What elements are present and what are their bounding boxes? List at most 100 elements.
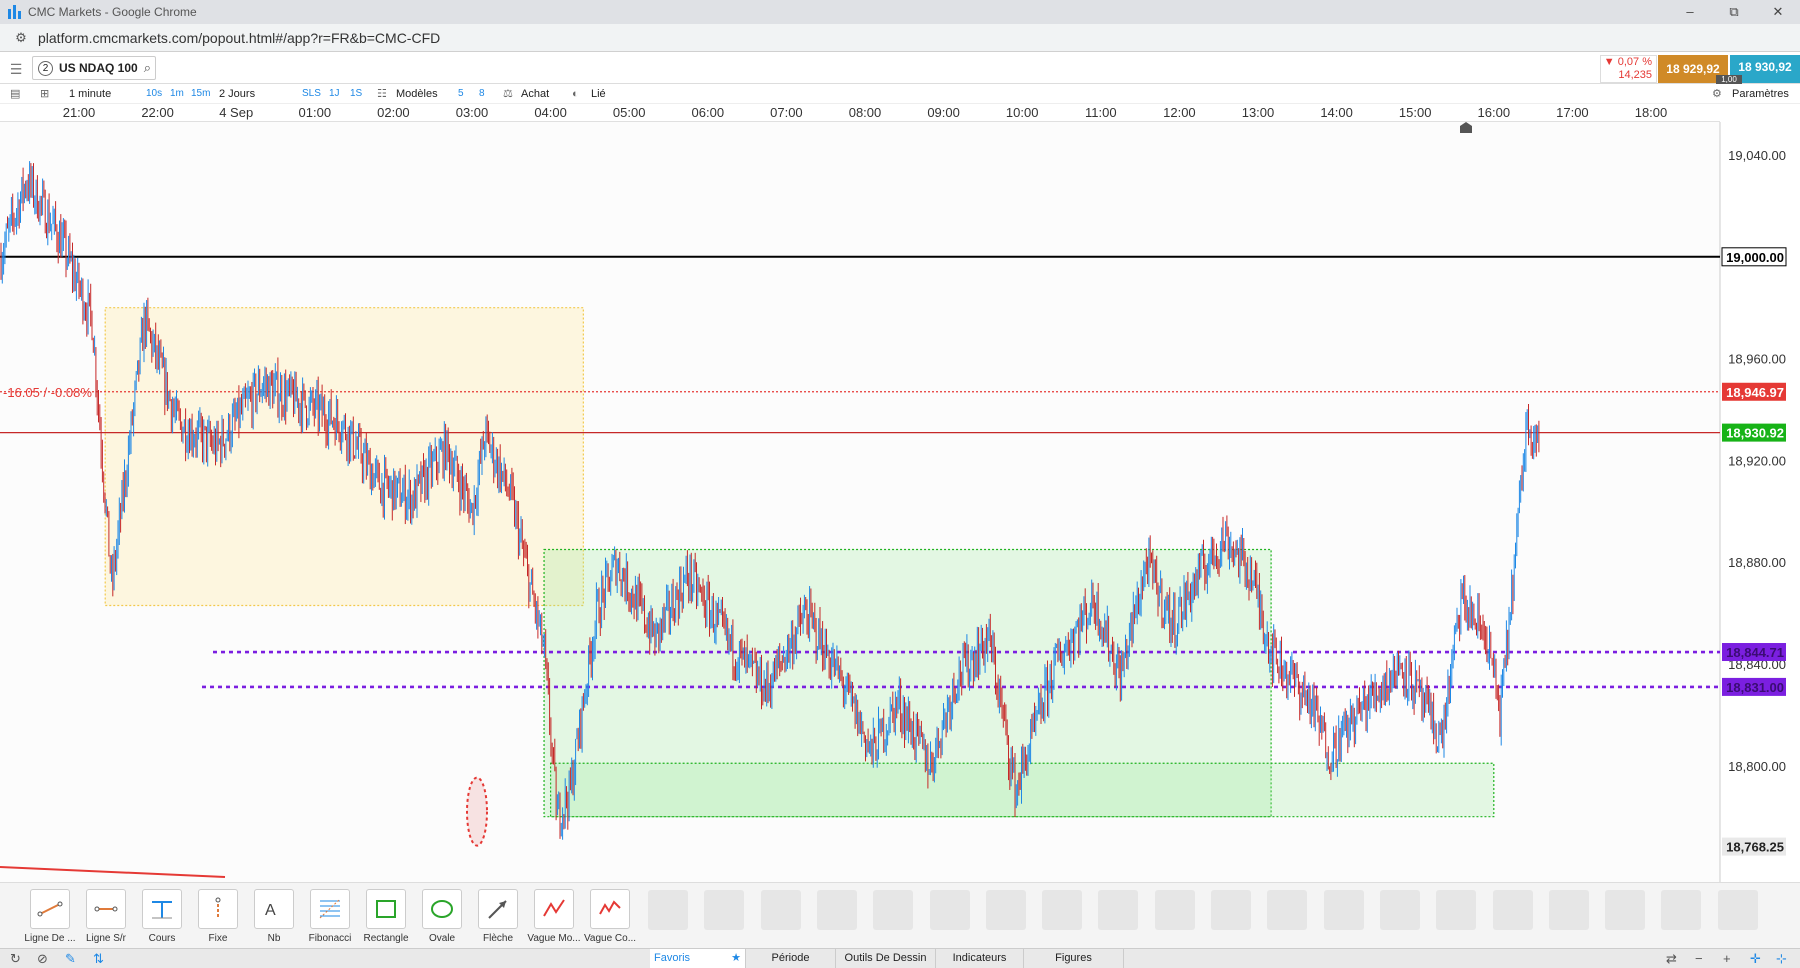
empty-tool-slot[interactable]	[1098, 890, 1139, 930]
empty-tool-slot[interactable]	[1211, 890, 1251, 930]
drawing-tools-bar: Ligne De ... Ligne S/r Cours Fixe A Nb Fibonac…	[0, 882, 1800, 948]
refresh-icon[interactable]: ↻	[10, 951, 21, 967]
zone-rectangle-green[interactable]	[549, 762, 1495, 818]
tool-sr-line[interactable]: Ligne S/r	[78, 889, 134, 944]
empty-tool-slot[interactable]	[1661, 890, 1702, 930]
tool-label: Flèche	[482, 933, 513, 944]
list-icon[interactable]: ▤	[10, 86, 20, 102]
range-sls[interactable]: SLS	[302, 86, 321, 102]
change-points: 14,235	[1618, 69, 1652, 81]
time-tick-label: 09:00	[927, 105, 960, 120]
linked-button[interactable]: Lié	[591, 86, 606, 102]
wave-icon	[534, 889, 574, 929]
tab-number: 2	[38, 60, 53, 76]
zoom-out-icon[interactable]: −	[1695, 951, 1703, 966]
tool-oval[interactable]: Ovale	[414, 889, 470, 944]
empty-tool-slot[interactable]	[760, 890, 801, 930]
empty-tool-slot[interactable]	[648, 890, 688, 930]
url-text[interactable]: platform.cmcmarkets.com/popout.html#/app…	[38, 30, 440, 46]
tool-wave-c[interactable]: Vague Co...	[582, 889, 638, 944]
price-chart[interactable]: -16.05 / -0.08% 19,040.00 19,000.00 18,960.…	[0, 122, 1800, 882]
empty-tool-slot[interactable]	[1436, 890, 1477, 930]
settings-button[interactable]: Paramètres	[1732, 86, 1789, 102]
cancel-icon[interactable]: ⊘	[37, 951, 48, 967]
fit-icon[interactable]: ⊹	[1776, 951, 1787, 967]
tool-wave[interactable]: Vague Mo...	[526, 889, 582, 944]
time-tick-label: 13:00	[1241, 105, 1275, 120]
interval-select[interactable]: 1 minute	[69, 86, 111, 102]
count-a[interactable]: 5	[458, 86, 464, 102]
tool-fixed[interactable]: Fixe	[190, 889, 246, 944]
interval-15m[interactable]: 15m	[191, 86, 210, 102]
time-tick-label: 18:00	[1634, 105, 1668, 120]
address-bar[interactable]: ⚙ platform.cmcmarkets.com/popout.html#/a…	[0, 24, 1800, 52]
browser-title-bar: CMC Markets - Google Chrome – ⧉ ✕	[0, 0, 1800, 24]
star-icon: ★	[731, 952, 741, 964]
empty-tool-slot[interactable]	[816, 890, 857, 930]
interval-10s[interactable]: 10s	[146, 86, 162, 102]
empty-tool-slot[interactable]	[1605, 890, 1646, 930]
tool-label: Vague Mo...	[527, 933, 581, 944]
empty-tool-slot[interactable]	[704, 890, 745, 930]
settings-icon[interactable]: ⚙	[1712, 86, 1722, 102]
empty-tool-slot[interactable]	[1154, 890, 1195, 930]
instrument-name: US NDAQ 100	[59, 61, 138, 75]
site-info-icon[interactable]: ⚙	[12, 29, 30, 47]
tool-price[interactable]: Cours	[134, 889, 190, 944]
tab-indicators[interactable]: Indicateurs	[936, 949, 1024, 968]
search-icon[interactable]: ⌕	[144, 60, 151, 76]
tool-label: Fixe	[208, 933, 228, 944]
pencil-icon[interactable]: ✎	[65, 951, 76, 967]
empty-tool-slot[interactable]	[1492, 890, 1533, 930]
minimize-button[interactable]: –	[1668, 4, 1712, 20]
empty-tool-slot[interactable]	[1717, 890, 1758, 930]
price-tag-label: 19,000.00	[1726, 250, 1784, 265]
range-1j[interactable]: 1J	[329, 86, 340, 102]
interval-1m[interactable]: 1m	[170, 86, 184, 102]
zone-rectangle-yellow[interactable]	[104, 307, 584, 607]
time-tick-label: 21:00	[62, 105, 96, 120]
tab-favorites[interactable]: Favoris ★	[650, 949, 746, 968]
change-percent: ▼ 0,07 %	[1603, 56, 1652, 68]
time-tick-label: 14:00	[1320, 105, 1353, 120]
zoom-in-icon[interactable]: +	[1723, 951, 1731, 966]
empty-tool-slot[interactable]	[1548, 890, 1589, 930]
fixed-icon	[198, 889, 238, 929]
empty-tool-slot[interactable]	[929, 890, 970, 930]
oval-drawing[interactable]	[466, 776, 488, 847]
empty-tool-slot[interactable]	[1042, 890, 1083, 930]
templates-button[interactable]: Modèles	[396, 86, 438, 102]
instrument-tab[interactable]: 2 US NDAQ 100 ⌕	[32, 56, 156, 80]
sr-line-icon	[86, 889, 126, 929]
restore-button[interactable]: ⧉	[1712, 4, 1756, 20]
price-tag-label: 18,844.71	[1726, 645, 1784, 660]
empty-tool-slot[interactable]	[873, 890, 914, 930]
empty-tool-slot[interactable]	[1323, 890, 1364, 930]
move-icon[interactable]: ⇅	[93, 951, 104, 967]
price-tick-label: 18,800.00	[1728, 759, 1786, 774]
time-tick-label: 4 Sep	[219, 105, 254, 120]
buy-button[interactable]: Achat	[521, 86, 549, 102]
time-tick-label: 16:00	[1477, 105, 1511, 120]
tab-period[interactable]: Période	[746, 949, 836, 968]
menu-icon[interactable]: ☰	[6, 59, 26, 79]
close-button[interactable]: ✕	[1756, 4, 1800, 20]
layout-grid-icon[interactable]: ⊞	[40, 86, 49, 102]
range-1s[interactable]: 1S	[350, 86, 362, 102]
tool-trend-line[interactable]: Ligne De ...	[22, 889, 78, 944]
tool-text[interactable]: A Nb	[246, 889, 302, 944]
swap-icon[interactable]: ⇄	[1666, 951, 1677, 967]
tool-fibonacci[interactable]: Fibonacci	[302, 889, 358, 944]
tool-rectangle[interactable]: Rectangle	[358, 889, 414, 944]
empty-tool-slot[interactable]	[1379, 890, 1420, 930]
range-select[interactable]: 2 Jours	[219, 86, 255, 102]
crosshair-icon[interactable]: ✛	[1750, 951, 1761, 967]
tab-drawing-tools[interactable]: Outils De Dessin	[836, 949, 936, 968]
tab-figures[interactable]: Figures	[1024, 949, 1124, 968]
window-title: CMC Markets - Google Chrome	[28, 5, 197, 19]
tool-arrow[interactable]: Flèche	[470, 889, 526, 944]
empty-tool-slot[interactable]	[1267, 890, 1308, 930]
count-b[interactable]: 8	[479, 86, 485, 102]
empty-tool-slot[interactable]	[985, 890, 1026, 930]
low-price-label: 18,768.25	[1726, 840, 1784, 855]
